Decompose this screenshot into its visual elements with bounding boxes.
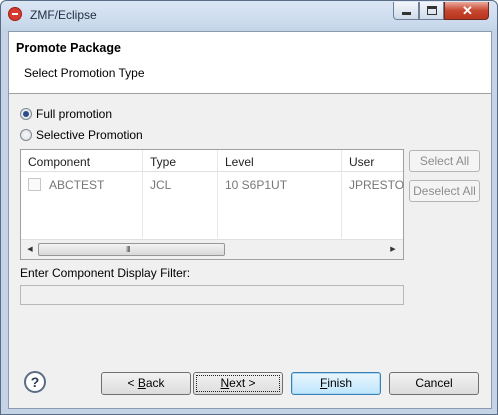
page-title: Promote Package	[16, 41, 121, 55]
next-button[interactable]: Next >	[193, 372, 283, 395]
cell-level: 10 S6P1UT	[225, 178, 288, 192]
focus-ring	[196, 375, 280, 392]
full-promotion-radio[interactable]	[20, 108, 32, 120]
cell-user: JPRESTO	[349, 178, 405, 192]
cell-component: ABCTEST	[49, 178, 105, 192]
finish-button[interactable]: Finish	[291, 372, 381, 395]
column-header-user[interactable]: User	[349, 155, 374, 169]
column-header-level[interactable]: Level	[225, 155, 254, 169]
dialog-window: ZMF/Eclipse ✕ Promote Package Select Pro…	[0, 0, 498, 415]
close-icon: ✕	[462, 3, 473, 18]
component-table[interactable]: Component Type Level User ABCTEST JCL 10…	[20, 149, 404, 260]
scroll-left-icon[interactable]: ◀	[24, 243, 36, 256]
grip-icon: III	[126, 245, 131, 254]
column-header-type[interactable]: Type	[150, 155, 176, 169]
selective-promotion-radio[interactable]	[20, 129, 32, 141]
help-icon[interactable]: ?	[24, 371, 46, 393]
finish-button-label: inish	[327, 376, 353, 390]
scrollbar-thumb[interactable]: III	[38, 243, 225, 256]
back-button[interactable]: < Back	[101, 372, 191, 395]
page-subtitle: Select Promotion Type	[24, 66, 145, 80]
component-filter-input[interactable]	[20, 285, 404, 305]
selective-promotion-option[interactable]: Selective Promotion	[20, 127, 143, 143]
dialog-body: Promote Package Select Promotion Type Fu…	[8, 31, 492, 409]
minimize-icon	[402, 12, 411, 15]
row-checkbox[interactable]	[28, 178, 41, 191]
scroll-right-icon[interactable]: ▶	[387, 243, 399, 256]
selective-promotion-label: Selective Promotion	[36, 128, 143, 142]
column-header-component[interactable]: Component	[28, 155, 90, 169]
filter-label: Enter Component Display Filter:	[20, 266, 191, 280]
back-button-prefix: <	[127, 376, 138, 390]
maximize-button[interactable]	[419, 2, 444, 20]
cell-type: JCL	[150, 178, 172, 192]
select-all-button[interactable]: Select All	[409, 150, 480, 172]
app-logo-icon	[8, 7, 22, 21]
window-title: ZMF/Eclipse	[30, 8, 97, 22]
close-button[interactable]: ✕	[444, 2, 489, 20]
full-promotion-label: Full promotion	[36, 107, 113, 121]
horizontal-scrollbar[interactable]: ◀ III ▶	[21, 239, 403, 259]
maximize-icon	[427, 6, 437, 15]
cancel-button[interactable]: Cancel	[389, 372, 479, 395]
table-header: Component Type Level User	[21, 150, 403, 172]
table-row[interactable]: ABCTEST JCL 10 S6P1UT JPRESTO	[21, 173, 405, 195]
back-button-label: ack	[145, 376, 165, 390]
deselect-all-button[interactable]: Deselect All	[409, 180, 480, 202]
full-promotion-option[interactable]: Full promotion	[20, 106, 112, 122]
wizard-header: Promote Package Select Promotion Type	[9, 32, 491, 94]
minimize-button[interactable]	[393, 2, 419, 20]
back-button-mnemonic: B	[137, 376, 146, 390]
title-bar[interactable]: ZMF/Eclipse ✕	[1, 1, 497, 29]
